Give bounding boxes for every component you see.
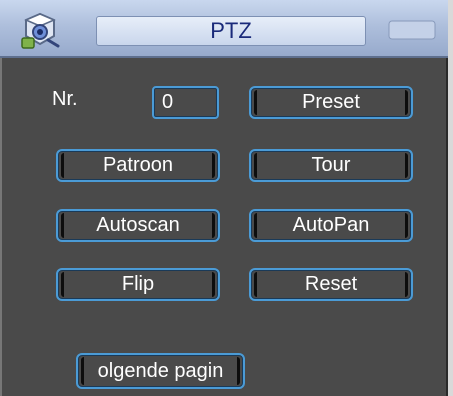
ptz-panel: Nr. 0 Preset Patroon Tour Autoscan AutoP… (0, 58, 448, 396)
tour-button[interactable]: Tour (249, 149, 413, 182)
patroon-button[interactable]: Patroon (56, 149, 220, 182)
next-page-button-label: olgende pagin (97, 360, 224, 382)
autopan-button[interactable]: AutoPan (249, 209, 413, 242)
reset-button[interactable]: Reset (249, 268, 413, 301)
reset-button-label: Reset (304, 273, 358, 295)
window-title: PTZ (96, 16, 366, 46)
autoscan-button-label: Autoscan (96, 214, 180, 236)
next-page-button[interactable]: olgende pagin (76, 353, 245, 389)
title-bar-decoration (388, 20, 436, 40)
flip-button-label: Flip (121, 273, 155, 295)
autoscan-button[interactable]: Autoscan (56, 209, 220, 242)
preset-button-label: Preset (302, 91, 360, 113)
nr-label: Nr. (52, 88, 78, 110)
preset-button[interactable]: Preset (249, 86, 413, 119)
nr-input[interactable]: 0 (152, 86, 219, 119)
camera-ptz-icon (18, 10, 62, 50)
autopan-button-label: AutoPan (292, 214, 370, 236)
tour-button-label: Tour (311, 154, 351, 176)
ptz-window: PTZ Nr. 0 Preset Patroon Tour Autoscan A… (0, 0, 453, 396)
title-bar: PTZ (0, 0, 448, 58)
flip-button[interactable]: Flip (56, 268, 220, 301)
patroon-button-label: Patroon (102, 154, 174, 176)
window-edge (448, 0, 453, 396)
